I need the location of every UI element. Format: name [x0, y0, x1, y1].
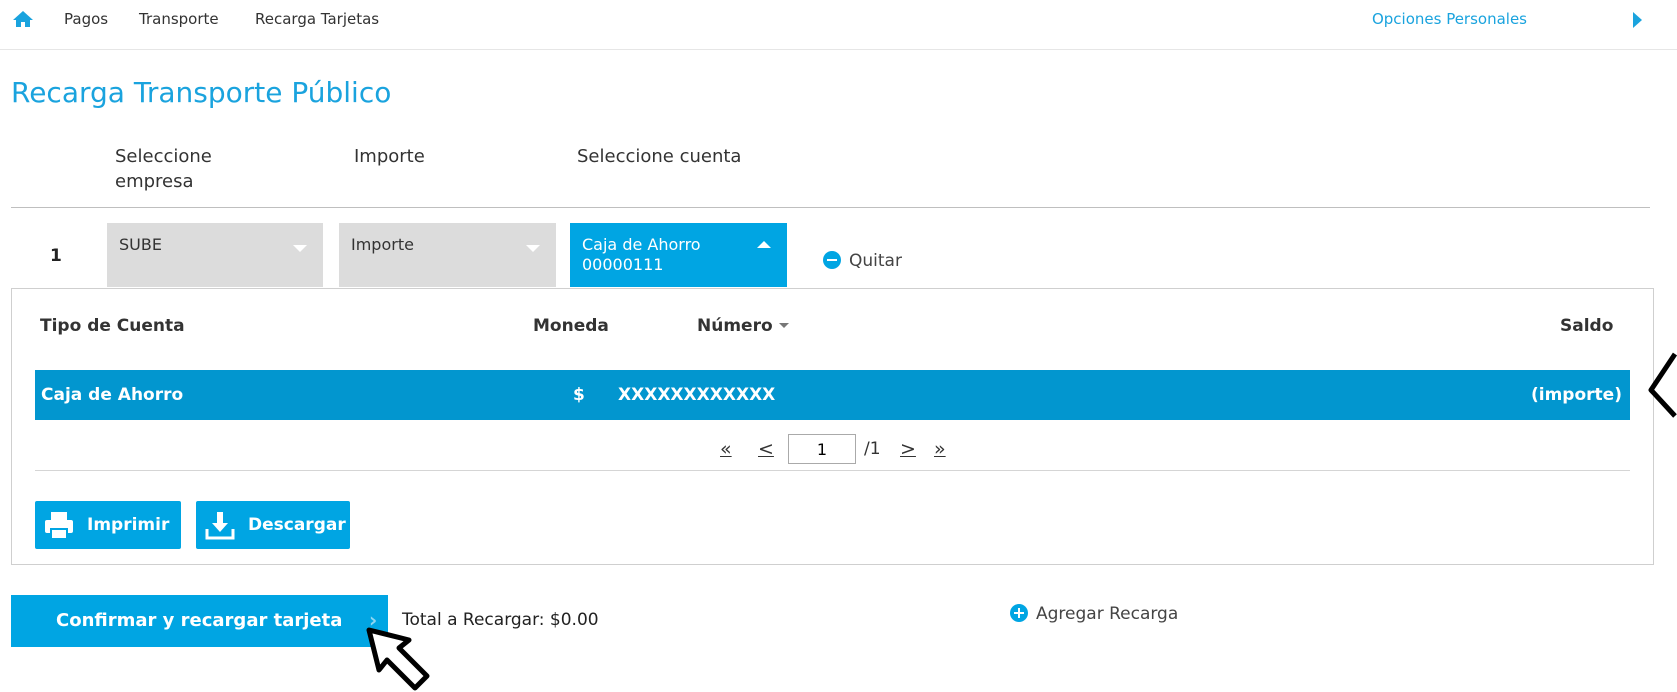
account-dropdown-panel: Tipo de Cuenta Moneda Número Saldo Caja …: [11, 288, 1654, 565]
column-header-empresa: Seleccione empresa: [115, 146, 212, 192]
page-number-input[interactable]: [788, 434, 856, 464]
importe-select-value: Importe: [351, 235, 414, 254]
next-page-link[interactable]: >: [900, 438, 916, 460]
download-button[interactable]: Descargar: [196, 501, 350, 549]
table-header-saldo: Saldo: [1560, 316, 1614, 336]
column-header-cuenta: Seleccione cuenta: [577, 146, 742, 167]
print-button-label: Imprimir: [87, 515, 170, 535]
cell-numero: XXXXXXXXXXXX: [618, 385, 776, 405]
cell-tipo: Caja de Ahorro: [41, 385, 184, 405]
add-recharge-button[interactable]: Agregar Recarga: [1010, 604, 1178, 624]
last-page-link[interactable]: »: [934, 438, 946, 460]
print-button[interactable]: Imprimir: [35, 501, 181, 549]
top-navigation: Pagos Transporte Recarga Tarjetas Opcion…: [0, 0, 1677, 50]
pointer-cursor-icon: [1648, 352, 1677, 418]
confirm-recharge-button[interactable]: Confirmar y recargar tarjeta ›: [11, 595, 388, 647]
download-button-label: Descargar: [248, 515, 346, 535]
table-row[interactable]: Caja de Ahorro $ XXXXXXXXXXXX (importe): [35, 370, 1630, 420]
divider: [35, 470, 1630, 471]
empresa-select[interactable]: SUBE: [107, 223, 323, 287]
cell-saldo: (importe): [1531, 385, 1622, 405]
table-header-numero[interactable]: Número: [697, 316, 789, 336]
printer-icon: [45, 512, 73, 540]
caret-right-icon[interactable]: [1633, 12, 1642, 28]
personal-options-link[interactable]: Opciones Personales: [1372, 10, 1527, 28]
nav-link-pagos[interactable]: Pagos: [64, 10, 108, 28]
cuenta-select[interactable]: Caja de Ahorro 00000111: [570, 223, 787, 287]
importe-select[interactable]: Importe: [339, 223, 556, 287]
plus-circle-icon: [1010, 604, 1028, 622]
table-header-tipo: Tipo de Cuenta: [40, 316, 185, 336]
add-recharge-label: Agregar Recarga: [1036, 604, 1179, 624]
table-header-moneda: Moneda: [533, 316, 609, 336]
cell-moneda: $: [573, 385, 585, 405]
chevron-up-icon: [757, 241, 771, 248]
minus-circle-icon: [823, 251, 841, 269]
chevron-down-icon: [293, 245, 307, 252]
home-icon[interactable]: [12, 10, 34, 28]
nav-link-recarga-tarjetas[interactable]: Recarga Tarjetas: [255, 10, 379, 28]
confirm-button-label: Confirmar y recargar tarjeta: [56, 610, 343, 631]
table-header-numero-label: Número: [697, 316, 773, 336]
page-total: /1: [864, 439, 881, 459]
download-icon: [205, 512, 235, 540]
nav-link-transporte[interactable]: Transporte: [139, 10, 219, 28]
prev-page-link[interactable]: <: [758, 438, 774, 460]
empresa-select-value: SUBE: [119, 235, 162, 254]
row-number: 1: [50, 246, 62, 266]
sort-down-icon: [778, 323, 789, 328]
divider: [11, 207, 1650, 208]
chevron-down-icon: [526, 245, 540, 252]
cuenta-select-type: Caja de Ahorro: [582, 235, 701, 254]
column-header-importe: Importe: [354, 146, 425, 167]
remove-row-button[interactable]: Quitar: [823, 251, 902, 271]
pointer-cursor-icon: [366, 627, 430, 691]
remove-row-label: Quitar: [849, 251, 902, 271]
first-page-link[interactable]: «: [720, 438, 732, 460]
cuenta-select-number: 00000111: [582, 255, 664, 274]
page-title: Recarga Transporte Público: [11, 76, 392, 109]
